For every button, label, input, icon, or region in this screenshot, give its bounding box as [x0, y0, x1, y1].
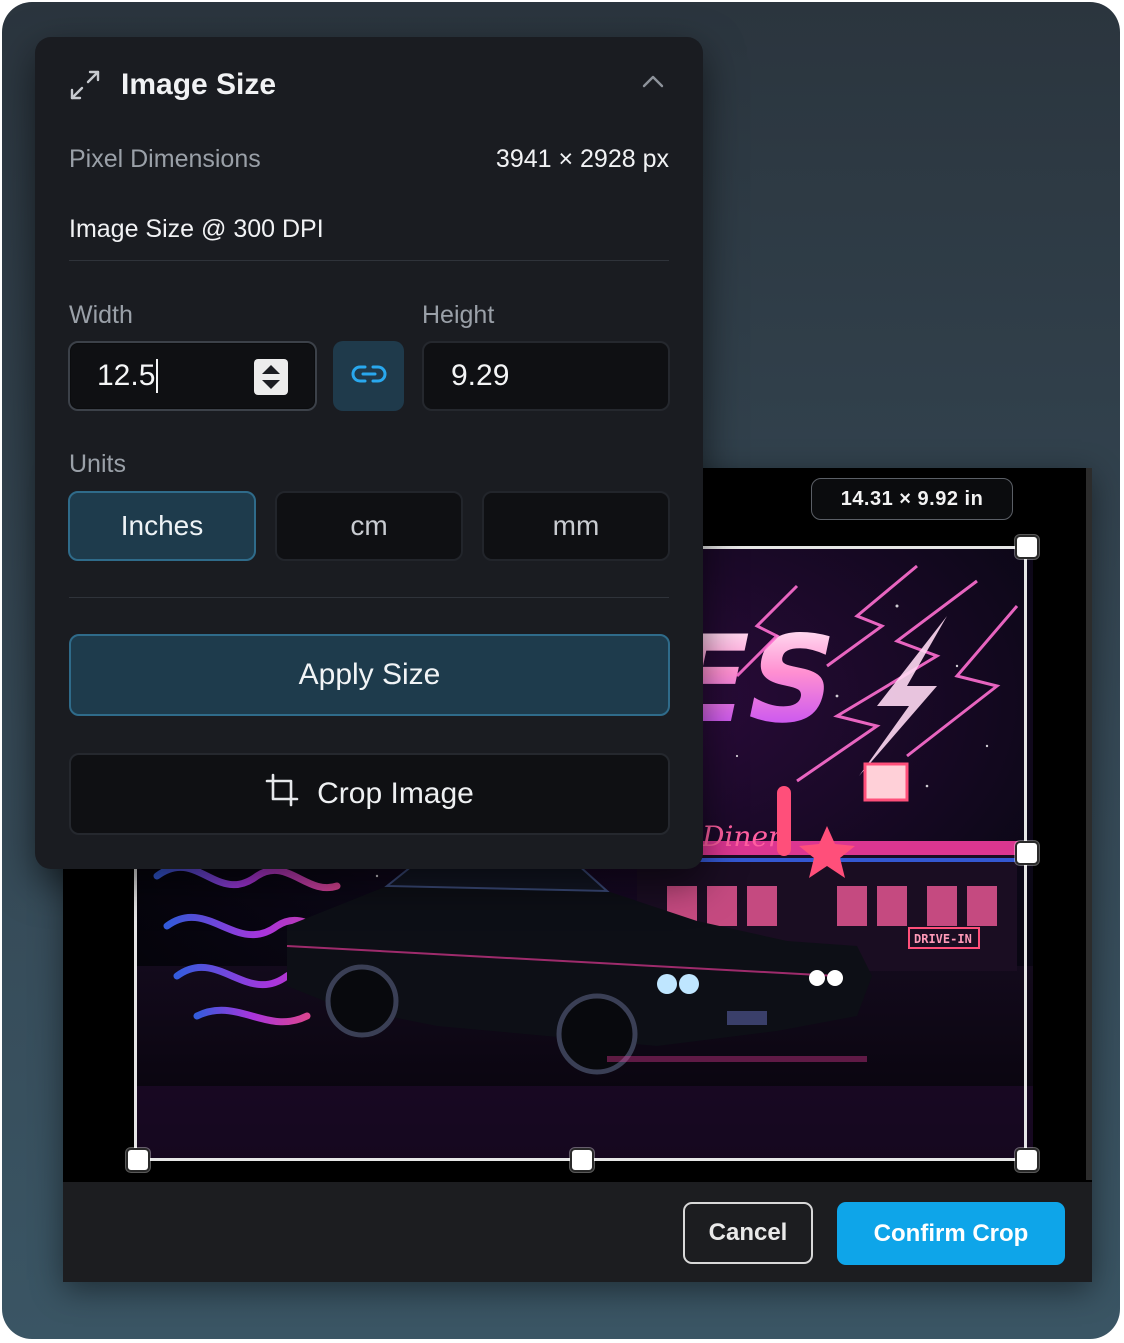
crop-dimensions-badge: 14.31 × 9.92 in — [811, 478, 1013, 520]
divider — [69, 260, 669, 261]
width-stepper[interactable] — [254, 359, 288, 395]
panel-title: Image Size — [121, 68, 277, 101]
unit-mm-button[interactable]: mm — [482, 491, 670, 561]
width-input-value: 12.5 — [97, 359, 156, 392]
confirm-crop-button[interactable]: Confirm Crop — [837, 1202, 1065, 1265]
link-dimensions-button[interactable] — [333, 341, 404, 411]
cancel-button[interactable]: Cancel — [683, 1202, 813, 1264]
crop-image-label: Crop Image — [317, 777, 474, 810]
width-label: Width — [69, 301, 133, 329]
units-label: Units — [69, 450, 126, 478]
expand-arrows-icon — [69, 69, 101, 106]
apply-size-button[interactable]: Apply Size — [69, 634, 670, 716]
image-edge-strip — [1086, 468, 1092, 1180]
pixel-dimensions-value: 3941 × 2928 px — [495, 145, 669, 173]
height-input[interactable]: 9.29 — [422, 341, 670, 411]
height-input-value: 9.29 — [451, 359, 510, 392]
height-label: Height — [422, 301, 495, 329]
panel-header[interactable]: Image Size — [69, 65, 669, 105]
divider — [69, 597, 669, 598]
crop-image-button[interactable]: Crop Image — [69, 753, 670, 835]
app-window: ES Diner DRIVE-IN 14.31 × 9.92 in Cancel… — [2, 2, 1120, 1339]
unit-inches-button[interactable]: Inches — [68, 491, 256, 561]
crop-handle-right[interactable] — [1015, 841, 1039, 865]
unit-cm-button[interactable]: cm — [275, 491, 463, 561]
crop-handle-bottom-left[interactable] — [126, 1148, 150, 1172]
crop-footer: Cancel Confirm Crop — [63, 1182, 1092, 1282]
link-icon — [351, 363, 387, 390]
crop-handle-top-right[interactable] — [1015, 535, 1039, 559]
crop-handle-bottom-right[interactable] — [1015, 1148, 1039, 1172]
text-caret — [156, 359, 159, 393]
pixel-dimensions-label: Pixel Dimensions — [69, 145, 261, 173]
crop-icon — [265, 773, 299, 815]
crop-handle-bottom[interactable] — [570, 1148, 594, 1172]
image-size-panel: Image Size Pixel Dimensions 3941 × 2928 … — [35, 37, 703, 869]
image-size-dpi-label: Image Size @ 300 DPI — [69, 215, 324, 243]
width-input[interactable]: 12.5 — [68, 341, 317, 411]
chevron-up-icon[interactable] — [641, 73, 665, 94]
